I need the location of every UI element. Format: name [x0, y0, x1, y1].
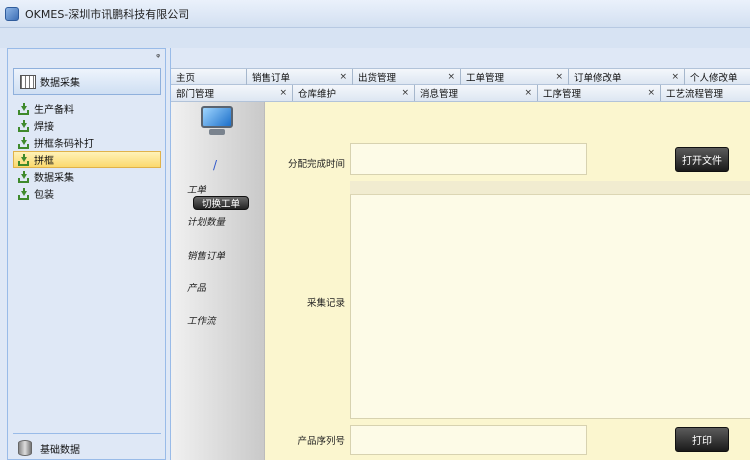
assign-time-field[interactable]	[350, 143, 587, 175]
sidebar: ᵠ 数据采集 生产备料 焊接 拼框条码补打 拼框 数据采集 包装 基础数据	[7, 48, 166, 460]
sidebar-header[interactable]: 数据采集	[13, 68, 161, 95]
sidebar-footer-label: 基础数据	[40, 444, 80, 456]
close-icon[interactable]: ×	[647, 88, 655, 98]
tab-label: 部门管理	[176, 89, 215, 100]
work-order-value: /	[213, 158, 218, 172]
tab-label: 订单修改单	[574, 73, 622, 84]
sidebar-item-frame-barcode-reprint[interactable]: 拼框条码补打	[13, 134, 161, 151]
sidebar-footer-basic-data[interactable]: 基础数据	[13, 437, 161, 459]
tab-label: 工序管理	[543, 89, 582, 100]
title-bar: OKMES-深圳市讯鹏科技有限公司	[0, 0, 750, 28]
sidebar-item-framing[interactable]: 拼框	[13, 151, 161, 168]
download-icon	[17, 136, 30, 149]
sidebar-item-label: 生产备料	[34, 105, 74, 116]
sidebar-item-label: 包装	[34, 190, 54, 201]
window-title: OKMES-深圳市讯鹏科技有限公司	[25, 7, 190, 21]
sidebar-item-welding[interactable]: 焊接	[13, 117, 161, 134]
sidebar-item-packaging[interactable]: 包装	[13, 185, 161, 202]
serial-number-label: 产品序列号	[297, 436, 345, 447]
grid-icon	[20, 74, 36, 89]
product-label: 产品	[187, 283, 207, 294]
tab-label: 主页	[176, 73, 196, 84]
app-icon	[5, 6, 19, 21]
tab-order-modification[interactable]: 订单修改单 ×	[569, 69, 685, 85]
download-icon	[17, 187, 30, 200]
print-button[interactable]: 打印	[675, 427, 729, 452]
tab-label: 工单管理	[466, 73, 505, 84]
tab-label: 销售订单	[252, 73, 291, 84]
download-icon	[17, 153, 30, 166]
switch-work-order-button[interactable]: 切换工单	[193, 196, 249, 210]
tab-department-management[interactable]: 部门管理 ×	[171, 85, 293, 101]
close-icon[interactable]: ×	[524, 88, 532, 98]
collection-record-field[interactable]	[350, 181, 750, 419]
tab-warehouse-maintenance[interactable]: 仓库维护 ×	[293, 85, 415, 101]
tab-label: 仓库维护	[298, 89, 337, 100]
toolbar-band	[0, 28, 750, 48]
tab-personal-modification[interactable]: 个人修改单	[685, 69, 750, 85]
close-icon[interactable]: ×	[447, 72, 455, 82]
tab-sales-order[interactable]: 销售订单 ×	[247, 69, 353, 85]
collection-record-label: 采集记录	[306, 298, 345, 309]
sidebar-item-label: 拼框条码补打	[34, 139, 94, 150]
sidebar-item-data-collection[interactable]: 数据采集	[13, 168, 161, 185]
tab-shipment-management[interactable]: 出货管理 ×	[353, 69, 461, 85]
tab-process-management[interactable]: 工序管理 ×	[538, 85, 661, 101]
sidebar-item-label: 数据采集	[34, 173, 74, 184]
sidebar-item-label: 焊接	[34, 122, 54, 133]
tab-work-order-management[interactable]: 工单管理 ×	[461, 69, 569, 85]
form-area: 分配完成时间 打开文件 采集记录 产品序列号 打印	[265, 102, 750, 460]
open-file-button[interactable]: 打开文件	[675, 147, 729, 172]
tab-label: 消息管理	[420, 89, 459, 100]
tab-home[interactable]: 主页	[171, 69, 247, 85]
download-icon	[17, 170, 30, 183]
close-icon[interactable]: ×	[555, 72, 563, 82]
plan-quantity-label: 计划数量	[187, 217, 226, 228]
close-icon[interactable]: ×	[279, 88, 287, 98]
sales-order-label: 销售订单	[187, 251, 226, 262]
work-order-panel: / 工单 切换工单 计划数量 销售订单 产品 工作流	[171, 102, 265, 460]
sidebar-item-label: 拼框	[34, 156, 54, 167]
content-area: / 工单 切换工单 计划数量 销售订单 产品 工作流 分配完成时间 打开文件 采…	[171, 102, 750, 460]
tab-message-management[interactable]: 消息管理 ×	[415, 85, 538, 101]
tab-row-2: 部门管理 × 仓库维护 × 消息管理 × 工序管理 × 工艺流程管理	[171, 85, 750, 102]
monitor-icon	[199, 106, 235, 136]
workflow-label: 工作流	[187, 316, 216, 327]
close-icon[interactable]: ×	[339, 72, 347, 82]
tab-label: 个人修改单	[690, 73, 738, 84]
tab-row-1: 主页 销售订单 × 出货管理 × 工单管理 × 订单修改单 × 个人修改单	[171, 68, 750, 85]
tab-label: 出货管理	[358, 73, 397, 84]
sidebar-item-material-prep[interactable]: 生产备料	[13, 100, 161, 117]
nav-list: 生产备料 焊接 拼框条码补打 拼框 数据采集 包装	[13, 100, 161, 202]
tab-process-flow-management[interactable]: 工艺流程管理	[661, 85, 750, 101]
sidebar-header-label: 数据采集	[40, 78, 80, 89]
serial-number-input[interactable]	[350, 425, 587, 455]
assign-time-label: 分配完成时间	[287, 159, 345, 170]
tab-label: 工艺流程管理	[666, 89, 724, 100]
download-icon	[17, 102, 30, 115]
pin-icon[interactable]: ᵠ	[156, 53, 160, 63]
download-icon	[17, 119, 30, 132]
sidebar-divider	[13, 433, 161, 434]
work-order-label: 工单	[187, 185, 207, 196]
close-icon[interactable]: ×	[401, 88, 409, 98]
database-icon	[18, 440, 32, 456]
record-list-header	[350, 181, 750, 195]
close-icon[interactable]: ×	[671, 72, 679, 82]
main-panel: 主页 销售订单 × 出货管理 × 工单管理 × 订单修改单 × 个人修改单 部门管理 × …	[170, 48, 750, 460]
